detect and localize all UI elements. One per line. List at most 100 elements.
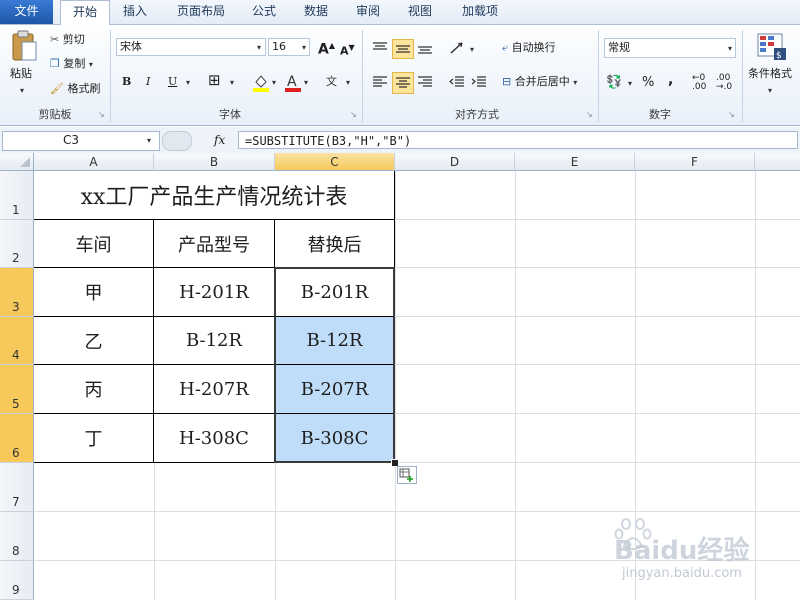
cell-workshop[interactable]: 丙 <box>34 365 154 414</box>
phonetic-icon[interactable]: 文 <box>326 74 337 90</box>
number-format-select[interactable]: 常规 <box>604 38 736 58</box>
align-top-icon[interactable] <box>371 40 389 56</box>
row-header-9[interactable]: 9 <box>0 561 34 600</box>
tab-insert[interactable]: 插入 <box>112 0 158 24</box>
copy-button[interactable]: ❐ 复制 ▾ <box>50 56 93 73</box>
auto-fill-options-icon[interactable] <box>397 466 417 484</box>
row-header-3[interactable]: 3 <box>0 268 34 317</box>
font-name-select[interactable]: 宋体 <box>116 38 266 56</box>
header-product-model[interactable]: 产品型号 <box>154 220 275 268</box>
cell-model[interactable]: B-12R <box>154 317 275 365</box>
conditional-formatting-dropdown-icon[interactable]: ▾ <box>768 86 772 95</box>
header-replaced[interactable]: 替换后 <box>275 220 395 268</box>
tab-addins[interactable]: 加载项 <box>452 0 508 24</box>
row-header-7[interactable]: 7 <box>0 463 34 512</box>
tab-review[interactable]: 审阅 <box>346 0 390 24</box>
align-bottom-icon[interactable] <box>416 40 434 56</box>
font-color-icon[interactable]: A <box>284 72 302 92</box>
clipboard-launcher-icon[interactable]: ↘ <box>98 110 105 119</box>
tab-data[interactable]: 数据 <box>294 0 338 24</box>
tab-view[interactable]: 视图 <box>398 0 442 24</box>
font-color-dropdown-icon[interactable]: ▾ <box>304 78 308 87</box>
name-box-dropdown-icon[interactable]: ▾ <box>147 136 151 145</box>
border-dropdown-icon[interactable]: ▾ <box>230 78 234 87</box>
border-icon[interactable]: ⊞ <box>208 72 221 88</box>
increase-indent-icon[interactable] <box>470 74 488 90</box>
row-header-8[interactable]: 8 <box>0 512 34 561</box>
cut-button[interactable]: ✂ 剪切 <box>50 32 85 48</box>
name-box[interactable]: C3 ▾ <box>2 131 160 151</box>
column-header-overflow[interactable] <box>755 153 800 171</box>
number-format-dropdown-icon[interactable]: ▾ <box>728 44 732 53</box>
cell-replaced[interactable]: B-12R <box>275 317 395 365</box>
number-launcher-icon[interactable]: ↘ <box>728 110 735 119</box>
cell-workshop[interactable]: 甲 <box>34 268 154 317</box>
italic-icon[interactable]: I <box>146 74 150 90</box>
wrap-text-button[interactable]: ⤶ 自动换行 <box>502 40 556 56</box>
align-middle-icon[interactable] <box>392 39 414 59</box>
cell-replaced-active[interactable]: B-201R <box>275 268 395 317</box>
align-right-icon[interactable] <box>416 74 434 90</box>
paintbrush-icon: 🖌 <box>50 82 64 95</box>
table-title[interactable]: xx工厂产品生产情况统计表 <box>34 171 395 220</box>
fill-color-dropdown-icon[interactable]: ▾ <box>272 78 276 87</box>
decrease-indent-icon[interactable] <box>448 74 466 90</box>
row-header-6[interactable]: 6 <box>0 414 34 463</box>
grow-font-icon[interactable]: A▲ <box>318 38 335 58</box>
cell-replaced[interactable]: B-308C <box>275 414 395 463</box>
column-header-c[interactable]: C <box>275 153 395 171</box>
tab-formulas[interactable]: 公式 <box>242 0 286 24</box>
formula-bar-grip[interactable] <box>162 131 192 151</box>
conditional-formatting-button[interactable]: 条件格式 <box>748 66 792 82</box>
alignment-launcher-icon[interactable]: ↘ <box>586 110 593 119</box>
align-left-icon[interactable] <box>371 74 389 90</box>
align-center-icon[interactable] <box>392 72 414 94</box>
cell-workshop[interactable]: 丁 <box>34 414 154 463</box>
row-header-5[interactable]: 5 <box>0 365 34 414</box>
underline-dropdown-icon[interactable]: ▾ <box>186 78 190 87</box>
font-size-dropdown-icon[interactable]: ▾ <box>302 43 306 52</box>
cell-replaced[interactable]: B-207R <box>275 365 395 414</box>
percent-style-button[interactable]: % <box>642 75 654 91</box>
select-all-corner[interactable] <box>0 153 34 171</box>
paste-dropdown-icon[interactable]: ▾ <box>20 86 24 95</box>
row-header-4[interactable]: 4 <box>0 317 34 365</box>
fill-color-icon[interactable] <box>252 72 270 92</box>
cell-model[interactable]: H-201R <box>154 268 275 317</box>
comma-style-button[interactable]: , <box>668 72 673 88</box>
tab-file[interactable]: 文件 <box>0 0 53 24</box>
cell-model[interactable]: H-207R <box>154 365 275 414</box>
tab-page-layout[interactable]: 页面布局 <box>168 0 234 24</box>
orientation-dropdown-icon[interactable]: ▾ <box>470 45 474 54</box>
accounting-format-icon[interactable]: 💱 <box>606 75 622 91</box>
header-workshop[interactable]: 车间 <box>34 220 154 268</box>
paste-button[interactable]: 粘贴 <box>10 66 32 82</box>
orientation-icon[interactable] <box>448 40 470 56</box>
insert-function-icon[interactable]: fx <box>214 131 225 149</box>
accounting-dropdown-icon[interactable]: ▾ <box>628 79 632 88</box>
decrease-decimal-icon[interactable]: .00 →.0 <box>716 74 732 92</box>
column-header-f[interactable]: F <box>635 153 755 171</box>
group-separator <box>742 30 743 122</box>
formula-input[interactable]: =SUBSTITUTE(B3,"H","B") <box>238 131 798 149</box>
tab-home[interactable]: 开始 <box>60 0 110 25</box>
font-launcher-icon[interactable]: ↘ <box>350 110 357 119</box>
font-name-dropdown-icon[interactable]: ▾ <box>257 43 261 52</box>
cell-model[interactable]: H-308C <box>154 414 275 463</box>
merge-center-button[interactable]: ⊟ 合并后居中 ▾ <box>502 74 577 91</box>
watermark-brand: Baidu经验 <box>614 536 750 566</box>
row-header-2[interactable]: 2 <box>0 220 34 268</box>
underline-icon[interactable]: U <box>168 74 177 90</box>
column-header-d[interactable]: D <box>395 153 515 171</box>
increase-decimal-icon[interactable]: ←0.00 <box>692 74 706 92</box>
clipboard-group-label: 剪贴板 <box>38 108 72 121</box>
column-header-a[interactable]: A <box>34 153 154 171</box>
format-painter-button[interactable]: 🖌 格式刷 <box>50 81 100 97</box>
column-header-e[interactable]: E <box>515 153 635 171</box>
phonetic-dropdown-icon[interactable]: ▾ <box>346 78 350 87</box>
shrink-font-icon[interactable]: A▼ <box>340 40 355 60</box>
column-header-b[interactable]: B <box>154 153 275 171</box>
row-header-1[interactable]: 1 <box>0 171 34 220</box>
bold-icon[interactable]: B <box>122 74 131 90</box>
cell-workshop[interactable]: 乙 <box>34 317 154 365</box>
